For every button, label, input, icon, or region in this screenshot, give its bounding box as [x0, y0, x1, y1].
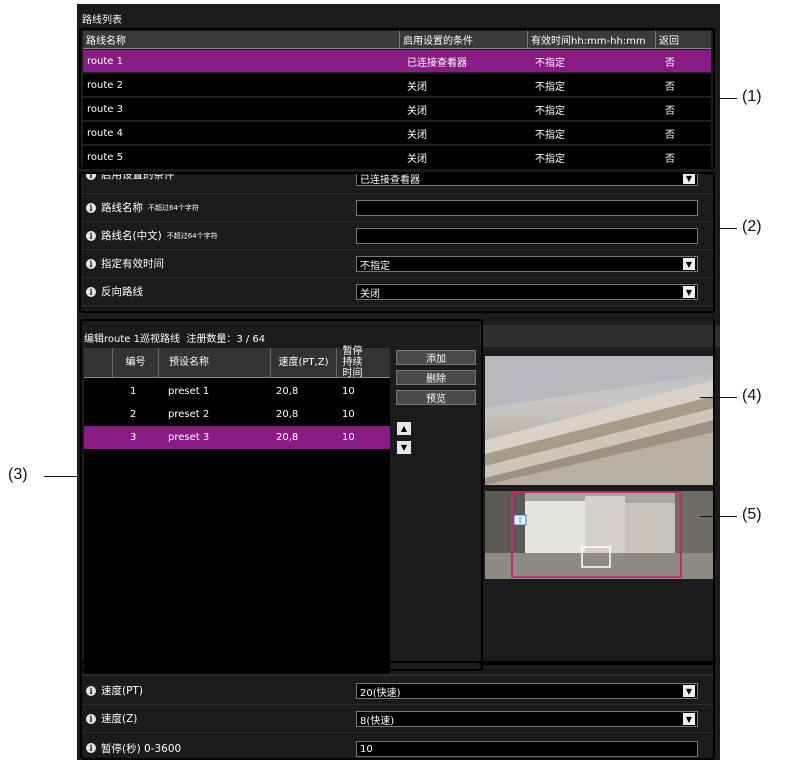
- annotation-box-2: [79, 172, 715, 313]
- callout-line-1: [715, 98, 737, 99]
- callout-line-2: [715, 228, 737, 229]
- callout-4: (4): [742, 387, 762, 404]
- annotation-box-3c: [478, 319, 715, 665]
- route-list-title: 路线列表: [82, 15, 122, 26]
- annotation-box-1: [79, 28, 715, 169]
- callout-line-5: [700, 516, 737, 517]
- callout-line-4: [700, 397, 737, 398]
- callout-3: (3): [8, 466, 28, 483]
- callout-1: (1): [742, 88, 762, 105]
- callout-5: (5): [742, 506, 762, 523]
- annotation-box-3b: [80, 661, 715, 760]
- callout-2: (2): [742, 218, 762, 235]
- annotation-box-3a: [80, 319, 483, 671]
- callout-line-3: [44, 476, 80, 477]
